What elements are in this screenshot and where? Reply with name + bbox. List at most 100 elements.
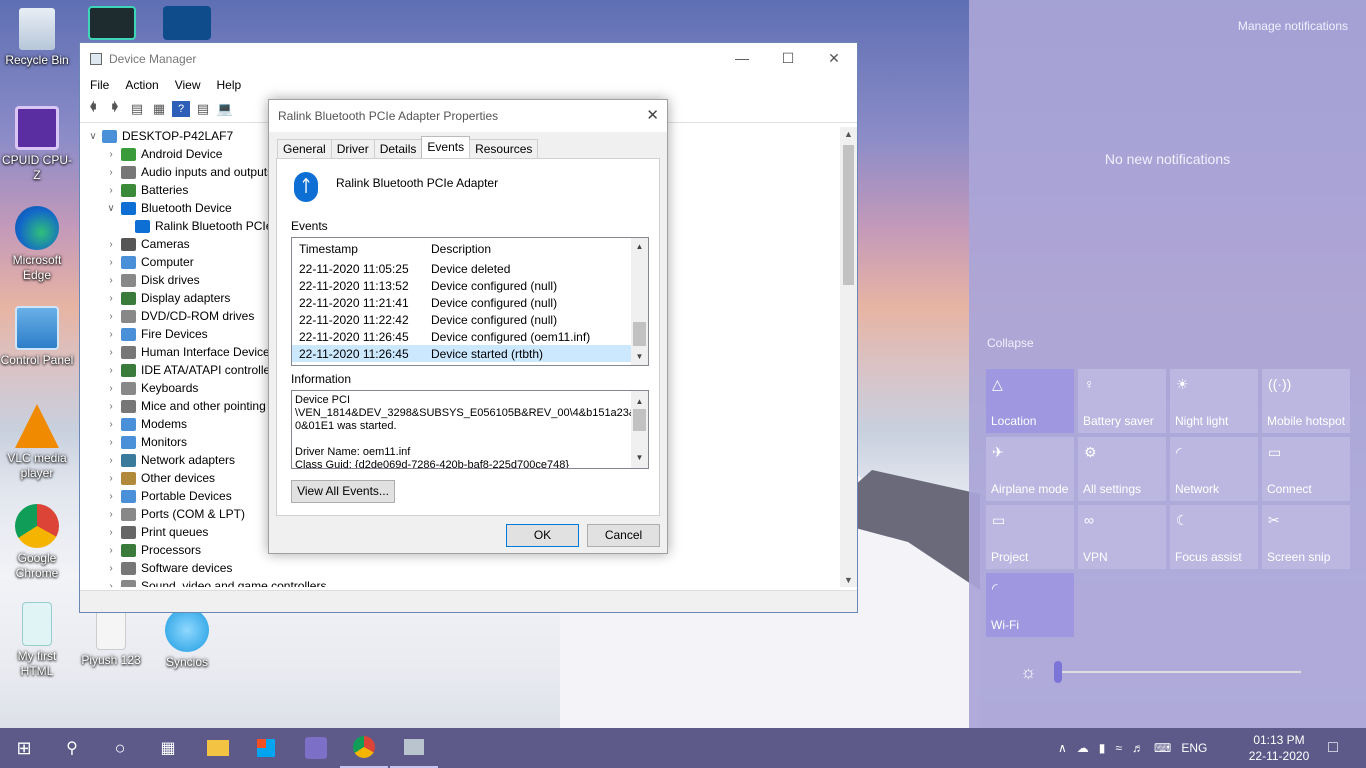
chevron-right-icon[interactable]: › (104, 275, 118, 286)
onedrive-icon[interactable]: ☁ (1077, 741, 1089, 755)
chevron-right-icon[interactable]: › (104, 329, 118, 340)
scroll-thumb[interactable] (633, 409, 646, 431)
chevron-right-icon[interactable]: › (104, 581, 118, 588)
scroll-up-icon[interactable]: ▲ (840, 129, 857, 139)
scroll-thumb[interactable] (633, 322, 646, 346)
start-button[interactable]: ⊞ (0, 728, 48, 768)
chevron-up-icon[interactable]: ∧ (1058, 741, 1067, 755)
chevron-right-icon[interactable]: › (104, 167, 118, 178)
chevron-right-icon[interactable]: › (104, 401, 118, 412)
back-arrow-icon[interactable]: 🡀 (84, 99, 102, 117)
desktop-icon-chrome[interactable]: Google Chrome (0, 504, 74, 581)
monitor-icon[interactable]: 💻 (216, 101, 234, 117)
desktop-icon-control-panel[interactable]: Control Panel (0, 306, 74, 368)
chevron-right-icon[interactable]: › (104, 293, 118, 304)
quick-action-tile[interactable]: ▭ Connect (1262, 437, 1350, 501)
desktop-icon-cpuz[interactable]: CPUID CPU-Z (0, 106, 74, 183)
chevron-right-icon[interactable]: › (104, 311, 118, 322)
maximize-button[interactable]: ☐ (765, 43, 811, 73)
scroll-thumb[interactable] (843, 145, 854, 285)
column-timestamp[interactable]: Timestamp (292, 242, 426, 256)
collapse-link[interactable]: Collapse (987, 336, 1034, 350)
quick-action-tile[interactable]: ☾ Focus assist (1170, 505, 1258, 569)
desktop-icon-vlc[interactable]: VLC media player (0, 404, 74, 481)
view-icon[interactable]: ▤ (194, 101, 212, 117)
quick-action-tile[interactable]: △ Location (986, 369, 1074, 433)
taskbar-device-manager[interactable] (390, 728, 438, 768)
event-row[interactable]: 22-11-2020 11:21:41 Device configured (nu… (292, 294, 648, 311)
desktop-icon-app[interactable] (150, 6, 224, 43)
clock[interactable]: 01:13 PM 22-11-2020 (1246, 732, 1312, 764)
chevron-right-icon[interactable]: › (104, 527, 118, 538)
cancel-button[interactable]: Cancel (587, 524, 660, 547)
task-view-button[interactable]: ▦ (144, 728, 192, 768)
desktop-icon-recycle-bin[interactable]: Recycle Bin (0, 8, 74, 68)
desktop-icon-edge[interactable]: Microsoft Edge (0, 206, 74, 283)
event-row[interactable]: 22-11-2020 11:26:45 Device configured (oe… (292, 328, 648, 345)
forward-arrow-icon[interactable]: 🡂 (106, 99, 124, 117)
event-row[interactable]: 22-11-2020 11:05:25 Device deleted (292, 260, 648, 277)
column-description[interactable]: Description (426, 242, 626, 256)
event-row[interactable]: 22-11-2020 11:22:42 Device configured (nu… (292, 311, 648, 328)
chevron-right-icon[interactable]: › (104, 455, 118, 466)
menu-action[interactable]: Action (117, 78, 166, 92)
keyboard-icon[interactable]: ⌨ (1154, 741, 1171, 755)
chevron-right-icon[interactable]: › (104, 257, 118, 268)
search-button[interactable]: ⚲ (48, 728, 96, 768)
minimize-button[interactable]: — (719, 43, 765, 73)
taskbar-file-explorer[interactable] (194, 728, 242, 768)
notification-button[interactable]: □ (1310, 728, 1356, 768)
quick-action-tile[interactable]: ✈ Airplane mode (986, 437, 1074, 501)
chevron-right-icon[interactable]: › (104, 473, 118, 484)
chevron-right-icon[interactable]: › (104, 365, 118, 376)
brightness-slider-knob[interactable] (1054, 661, 1062, 683)
scroll-down-icon[interactable]: ▼ (840, 575, 857, 585)
quick-action-tile[interactable]: ✂ Screen snip (1262, 505, 1350, 569)
quick-action-tile[interactable]: ♀ Battery saver (1078, 369, 1166, 433)
desktop-icon-my-first-html[interactable]: My first HTML (0, 602, 74, 679)
tree-scrollbar[interactable]: ▲ ▼ (840, 127, 857, 587)
chevron-right-icon[interactable]: › (104, 383, 118, 394)
tab-resources[interactable]: Resources (469, 139, 539, 158)
menu-view[interactable]: View (167, 78, 209, 92)
scroll-down-icon[interactable]: ▼ (631, 451, 648, 464)
battery-icon[interactable]: ▮ (1099, 741, 1106, 755)
event-row[interactable]: 22-11-2020 11:26:45 Device started (rtbth… (292, 345, 648, 362)
quick-action-tile[interactable]: ⚙ All settings (1078, 437, 1166, 501)
scroll-up-icon[interactable]: ▲ (631, 395, 648, 408)
chevron-right-icon[interactable]: › (104, 419, 118, 430)
taskbar-whatsapp[interactable] (292, 728, 340, 768)
quick-action-tile[interactable]: ∞ VPN (1078, 505, 1166, 569)
taskbar-store[interactable] (242, 728, 290, 768)
chevron-down-icon[interactable]: ∨ (104, 203, 118, 214)
info-scrollbar[interactable]: ▲ ▼ (631, 391, 648, 468)
tab-driver[interactable]: Driver (330, 139, 375, 158)
tab-details[interactable]: Details (373, 139, 423, 158)
brightness-slider[interactable] (1054, 661, 1301, 683)
tab-events[interactable]: Events (421, 136, 471, 158)
chevron-right-icon[interactable]: › (104, 563, 118, 574)
desktop-icon-piyush[interactable]: Piyush 123 (74, 610, 148, 668)
menu-help[interactable]: Help (209, 78, 250, 92)
quick-action-tile[interactable]: ◜ Network (1170, 437, 1258, 501)
quick-action-tile[interactable]: ((·)) Mobile hotspot (1262, 369, 1350, 433)
events-list[interactable]: Timestamp Description 22-11-2020 11:05:2… (291, 237, 649, 366)
events-scrollbar[interactable]: ▲ ▼ (631, 238, 648, 365)
properties-icon[interactable]: ▤ (128, 101, 146, 117)
tree-category[interactable]: › Sound, video and game controllers (80, 577, 842, 587)
desktop-icon-syncios[interactable]: Syncios (150, 608, 224, 670)
scroll-up-icon[interactable]: ▲ (631, 242, 648, 251)
taskbar-chrome[interactable] (340, 728, 388, 768)
chevron-right-icon[interactable]: › (104, 509, 118, 520)
quick-action-tile[interactable]: ▭ Project (986, 505, 1074, 569)
view-all-events-button[interactable]: View All Events... (291, 480, 395, 503)
menu-file[interactable]: File (82, 78, 117, 92)
chevron-right-icon[interactable]: › (104, 491, 118, 502)
list-icon[interactable]: ▦ (150, 101, 168, 117)
chevron-right-icon[interactable]: › (104, 347, 118, 358)
language-indicator[interactable]: ENG (1181, 741, 1207, 755)
chevron-right-icon[interactable]: › (104, 545, 118, 556)
wifi-icon[interactable]: ≈ (1115, 741, 1122, 755)
tab-general[interactable]: General (277, 139, 332, 158)
close-button[interactable]: ✕ (811, 43, 857, 73)
